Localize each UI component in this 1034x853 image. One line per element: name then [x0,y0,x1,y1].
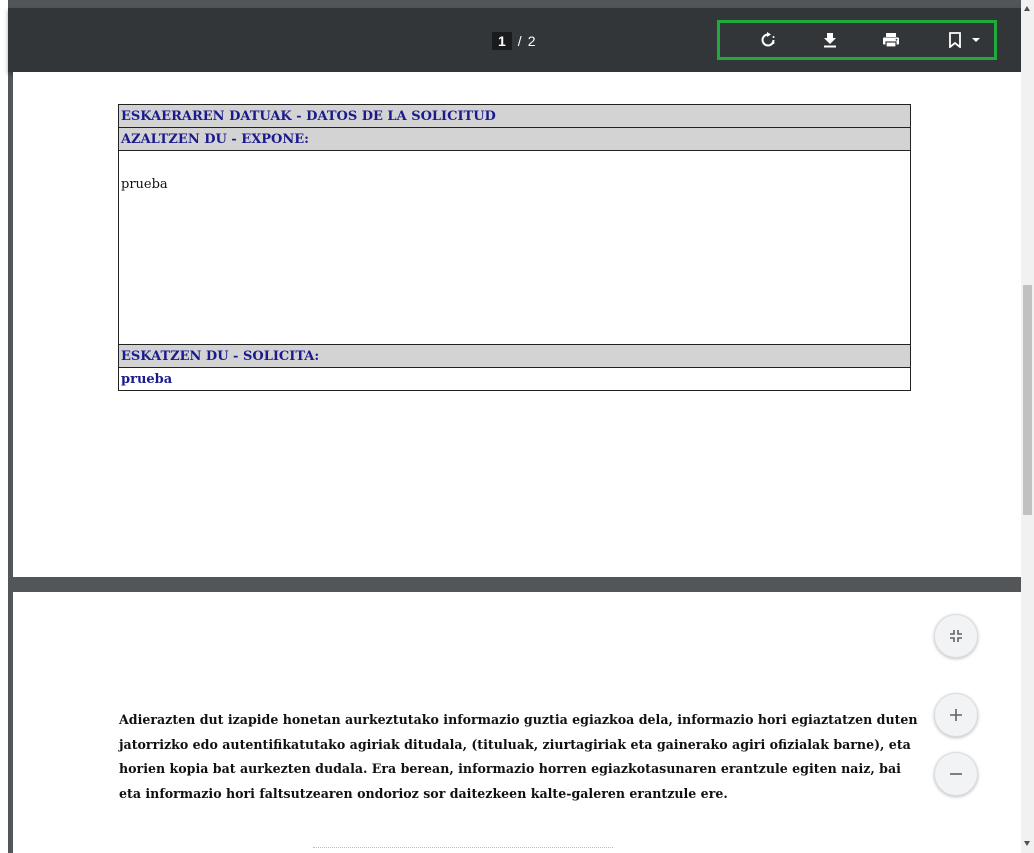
pdf-page-1: ESKAERAREN DATUAK - DATOS DE LA SOLICITU… [13,72,1021,577]
zoom-out-button[interactable] [934,752,978,796]
download-button[interactable] [816,29,844,51]
cut-off-text-line [313,847,613,853]
expone-cell: prueba [118,150,911,345]
pdf-toolbar: 1 / 2 [8,8,1021,72]
zoom-in-button[interactable] [934,693,978,737]
page-indicator: 1 / 2 [492,30,535,52]
bookmark-icon [949,32,961,48]
total-pages: 2 [527,33,536,49]
print-icon [883,33,899,48]
pdf-page-2: Adierazten dut izapide honetan aurkeztut… [13,592,1021,853]
rotate-icon [761,32,775,47]
left-frame [0,0,8,853]
fit-to-page-icon [950,630,962,642]
bookmark-menu-button[interactable] [942,29,988,51]
solicita-value: prueba [118,367,911,391]
solicitud-table: ESKAERAREN DATUAK - DATOS DE LA SOLICITU… [118,104,911,391]
declaration-text: Adierazten dut izapide honetan aurkeztut… [119,712,918,801]
page-separator: / [517,33,522,49]
rotate-button[interactable] [754,29,782,51]
solicita-header: ESKATZEN DU - SOLICITA: [118,344,911,368]
expone-value: prueba [121,177,168,192]
pdf-viewer: 1 / 2 ESKAERAREN DATUAK - DATOS DE LA SO… [0,0,1021,853]
fit-to-page-button[interactable] [934,614,978,658]
current-page-input[interactable]: 1 [492,32,512,50]
download-icon [824,33,836,48]
chevron-down-icon [972,38,980,42]
vertical-scrollbar[interactable] [1021,0,1034,853]
zoom-out-icon [950,773,962,775]
scroll-down-arrow-icon[interactable] [1024,841,1030,846]
scroll-up-arrow-icon[interactable] [1024,6,1030,11]
print-button[interactable] [877,29,905,51]
zoom-in-icon [950,709,962,721]
section-header: ESKAERAREN DATUAK - DATOS DE LA SOLICITU… [118,104,911,128]
toolbar-actions-group [717,20,997,60]
expone-header: AZALTZEN DU - EXPONE: [118,127,911,151]
scrollbar-thumb[interactable] [1023,285,1032,515]
